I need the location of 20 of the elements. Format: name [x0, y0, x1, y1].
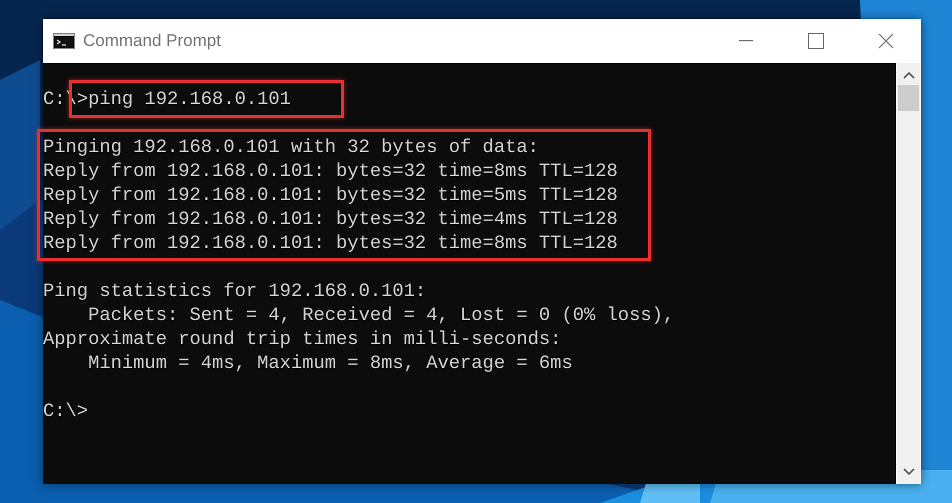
- window-title: Command Prompt: [83, 30, 221, 52]
- command-text: >ping 192.168.0.101: [76, 88, 291, 110]
- output-line: C:\>: [43, 399, 88, 423]
- scroll-down-icon[interactable]: [902, 468, 914, 476]
- console-icon: [53, 33, 75, 49]
- output-line: Pinging 192.168.0.101 with 32 bytes of data:: [43, 135, 539, 159]
- output-line: Ping statistics for 192.168.0.101:: [43, 279, 426, 303]
- maximize-icon: [808, 33, 824, 49]
- output-line: Approximate round trip times in milli-seconds:: [43, 327, 562, 351]
- output-line: Reply from 192.168.0.101: bytes=32 time=8ms TTL=128: [43, 159, 618, 183]
- output-line: Reply from 192.168.0.101: bytes=32 time=8ms TTL=128: [43, 231, 618, 255]
- scrollbar[interactable]: [896, 63, 921, 484]
- scroll-thumb[interactable]: [898, 85, 919, 111]
- minimize-icon: [739, 40, 753, 42]
- output-line: Packets: Sent = 4, Received = 4, Lost = 0 (0% loss),: [87, 303, 674, 327]
- close-icon: [878, 33, 894, 49]
- output-line: Reply from 192.168.0.101: bytes=32 time=5ms TTL=128: [43, 183, 618, 207]
- scroll-up-icon[interactable]: [902, 71, 914, 79]
- output-line: Reply from 192.168.0.101: bytes=32 time=4ms TTL=128: [43, 207, 618, 231]
- output-line: Minimum = 4ms, Maximum = 8ms, Average = 6ms: [87, 351, 573, 375]
